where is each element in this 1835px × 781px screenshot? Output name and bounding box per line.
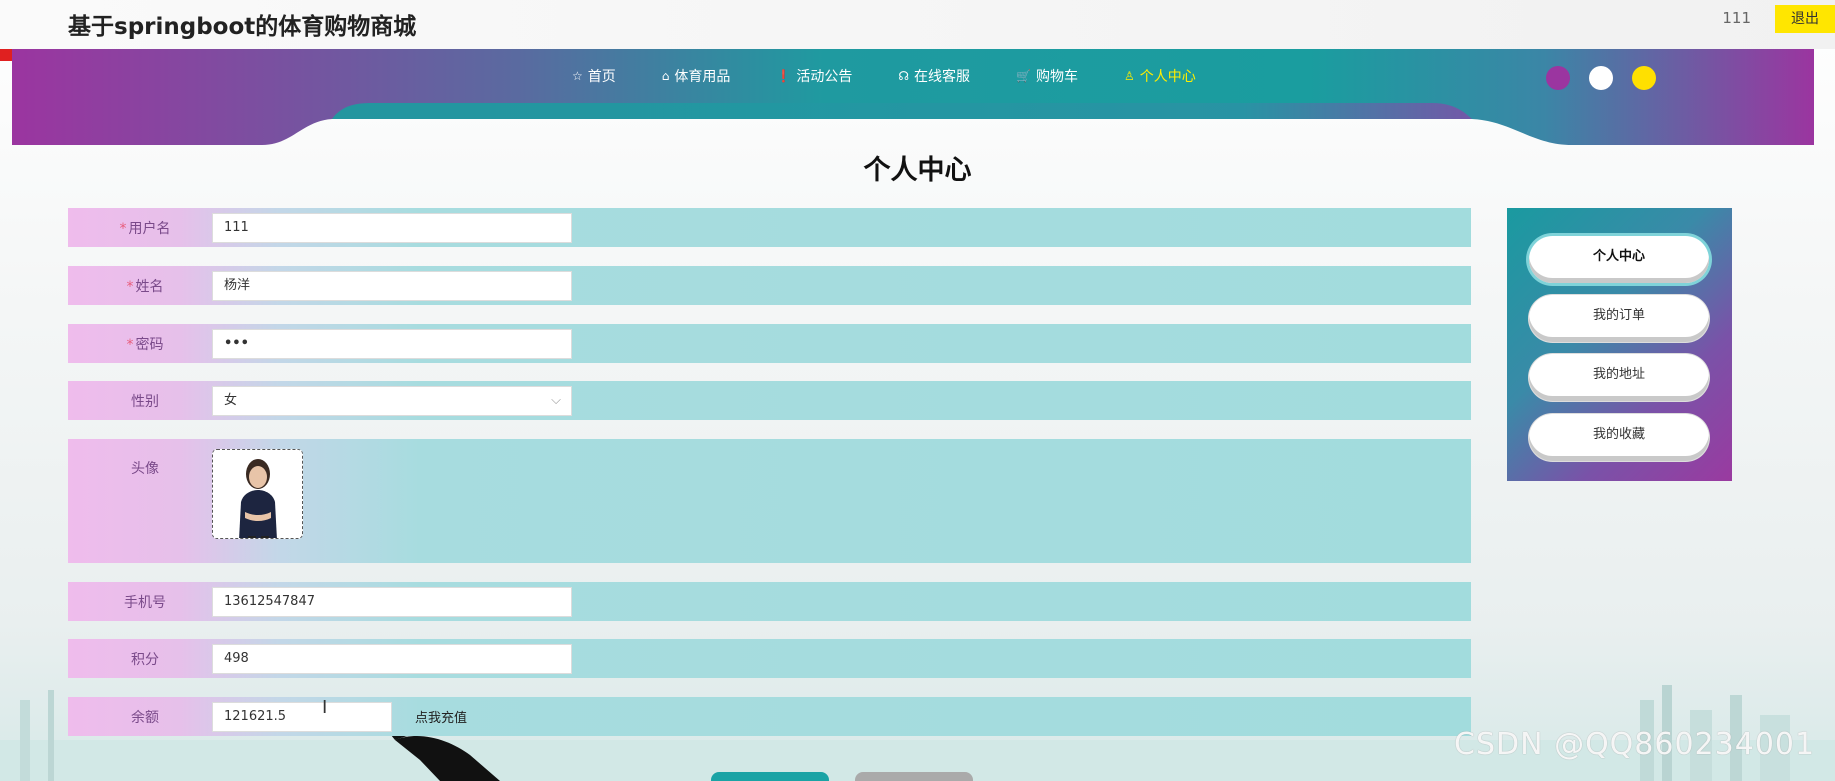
submit-button[interactable]: [711, 772, 829, 781]
watermark: CSDN @QQ860234001: [1454, 727, 1816, 762]
password-label: * 密码: [126, 337, 164, 353]
nav-item-cart[interactable]: 🛒 购物车: [1016, 66, 1078, 86]
avatar-upload[interactable]: [212, 449, 303, 539]
nav-items: ☆ 首页 ⌂ 体育用品 ❗ 活动公告 ☊ 在线客服 🛒 购物车 ♙ 个人中心: [572, 66, 1242, 86]
cart-icon: 🛒: [1016, 69, 1031, 83]
form-row-phone: 手机号 13612547847: [68, 582, 1471, 621]
logout-button[interactable]: 退出: [1775, 5, 1835, 33]
required-mark: *: [126, 279, 134, 295]
nav-item-sports-goods[interactable]: ⌂ 体育用品: [662, 66, 731, 86]
nav-item-label: 在线客服: [914, 69, 971, 85]
theme-switcher: [1546, 66, 1675, 90]
form-row-points: 积分 498: [68, 639, 1471, 678]
required-mark: *: [119, 221, 127, 237]
form-row-gender: 性别 女 ⌵: [68, 381, 1471, 420]
form-row-password: * 密码 •••: [68, 324, 1471, 363]
nav-item-personal-center[interactable]: ♙ 个人中心: [1124, 66, 1196, 86]
star-icon: ☆: [572, 69, 583, 83]
info-icon: ❗: [776, 69, 792, 83]
name-label: * 姓名: [126, 279, 164, 295]
nav-item-label: 首页: [587, 69, 616, 85]
chevron-down-icon: ⌵: [551, 393, 561, 408]
gender-selected-value: 女: [224, 393, 238, 408]
nav-background-shape: [12, 49, 1814, 145]
recharge-link[interactable]: 点我充值: [415, 707, 467, 726]
form-row-avatar: 头像: [68, 439, 1471, 563]
nav-item-online-service[interactable]: ☊ 在线客服: [898, 66, 970, 86]
headset-icon: ☊: [898, 69, 910, 83]
phone-input[interactable]: 13612547847: [212, 587, 572, 617]
points-label: 积分: [131, 652, 159, 668]
logout-form-button[interactable]: [855, 772, 973, 781]
balance-input[interactable]: 121621.5: [212, 702, 392, 732]
gender-label: 性别: [131, 394, 159, 410]
side-menu: 个人中心 我的订单 我的地址 我的收藏: [1507, 208, 1732, 481]
theme-yellow-button[interactable]: [1632, 66, 1656, 90]
points-input[interactable]: 498: [212, 644, 572, 674]
form-row-name: * 姓名 杨洋: [68, 266, 1471, 305]
required-mark: *: [126, 337, 134, 353]
username-input[interactable]: 111: [212, 213, 572, 243]
nav-item-label: 个人中心: [1139, 69, 1196, 85]
avatar-label: 头像: [131, 461, 159, 477]
phone-label: 手机号: [124, 595, 166, 611]
nav-item-label: 活动公告: [796, 69, 853, 85]
username-label: * 用户名: [119, 221, 171, 237]
password-input[interactable]: •••: [212, 329, 572, 359]
nav-item-home[interactable]: ☆ 首页: [572, 66, 616, 86]
nav-item-announcements[interactable]: ❗ 活动公告: [776, 66, 852, 86]
page: 基于springboot的体育购物商城 111 退出 ☆ 首页 ⌂ 体育用品 ❗…: [0, 0, 1835, 781]
gender-select[interactable]: 女 ⌵: [212, 386, 572, 416]
text-cursor-icon: I: [322, 697, 328, 718]
side-menu-my-address[interactable]: 我的地址: [1529, 354, 1709, 401]
avatar-image: [213, 450, 302, 538]
side-menu-my-favorites[interactable]: 我的收藏: [1529, 414, 1709, 461]
side-menu-my-orders[interactable]: 我的订单: [1529, 295, 1709, 342]
name-input[interactable]: 杨洋: [212, 271, 572, 301]
nav-item-label: 购物车: [1035, 69, 1078, 85]
main-navigation: ☆ 首页 ⌂ 体育用品 ❗ 活动公告 ☊ 在线客服 🛒 购物车 ♙ 个人中心: [12, 49, 1814, 145]
theme-white-button[interactable]: [1589, 66, 1613, 90]
user-icon: ♙: [1123, 69, 1135, 83]
bag-icon: ⌂: [661, 69, 670, 83]
side-menu-personal-center[interactable]: 个人中心: [1529, 236, 1709, 283]
form-row-username: * 用户名 111: [68, 208, 1471, 247]
form-row-balance: 余额 121621.5 点我充值: [68, 697, 1471, 736]
page-title: 个人中心: [863, 155, 972, 186]
site-title: 基于springboot的体育购物商城: [68, 14, 417, 40]
top-bar: 基于springboot的体育购物商城 111 退出: [0, 0, 1835, 49]
nav-item-label: 体育用品: [674, 69, 731, 85]
current-username: 111: [1722, 9, 1751, 27]
theme-purple-button[interactable]: [1546, 66, 1570, 90]
balance-label: 余额: [131, 710, 159, 726]
